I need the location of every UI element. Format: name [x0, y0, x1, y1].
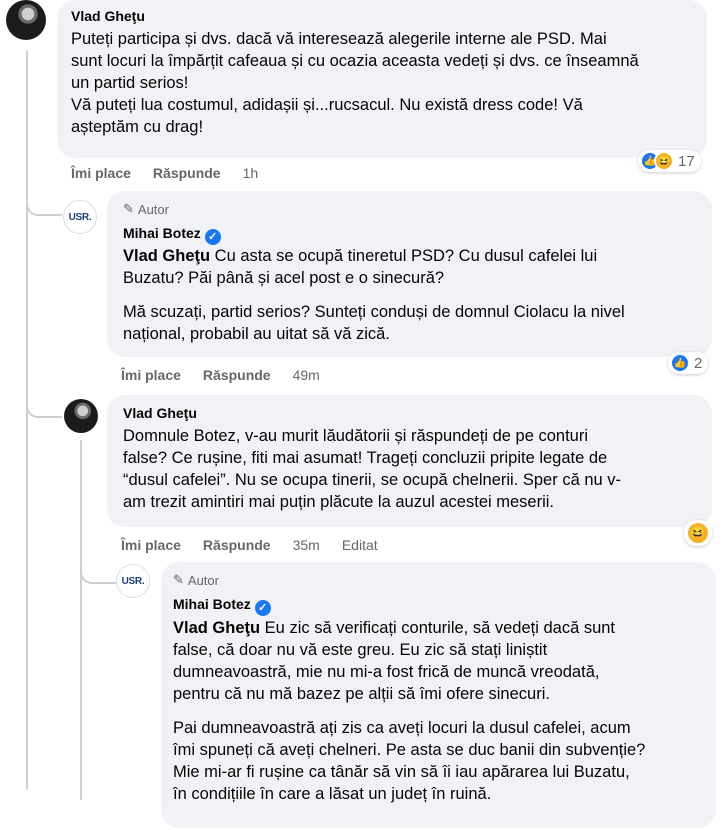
reactions[interactable]: 👍 😆 17	[638, 150, 701, 172]
avatar-logo-text: USR.	[68, 211, 92, 223]
text-line: false? Ce rușine, fiti mai asumat! Trage…	[123, 449, 608, 467]
text-line: Vlad Gheţu Eu zic să verificați conturil…	[173, 617, 713, 639]
text-line: Buzatu? Păi până și acel post e o sinecu…	[123, 269, 445, 287]
comment-author[interactable]: Vlad Gheţu	[123, 405, 197, 421]
author-badge-label: Autor	[187, 572, 219, 588]
text-line: pentru că nu mă bazez pe alții să îmi of…	[173, 685, 550, 703]
like-button[interactable]: Îmi place	[121, 367, 181, 383]
text-line: național, probabil au uitat să vă zică.	[123, 325, 390, 343]
pen-icon: ✎	[173, 572, 184, 587]
text-line: false, că doar nu vă este greu. Eu zic s…	[173, 641, 548, 659]
text-line: Vlad Gheţu Cu asta se ocupă tineretul PS…	[123, 245, 703, 267]
pen-icon: ✎	[123, 201, 134, 216]
author-badge: ✎ Autor	[123, 201, 169, 217]
thread-elbow	[26, 190, 62, 216]
reply-button[interactable]: Răspunde	[203, 537, 271, 553]
text-fragment: Cu asta se ocupă tineretul PSD? Cu dusul…	[210, 247, 598, 265]
reaction-count: 17	[678, 152, 695, 170]
reactions[interactable]: 👍 2	[668, 352, 709, 374]
verified-icon: ✓	[204, 228, 221, 245]
author-badge-label: Autor	[137, 201, 169, 217]
avatar[interactable]	[6, 0, 46, 40]
text-line: îmi spuneți că aveți chelneri. Pe asta s…	[173, 741, 646, 759]
verified-icon: ✓	[254, 599, 271, 616]
comment-bubble: ✎ Autor Mihai Botez ✓ Vlad Gheţu Eu zic s…	[161, 562, 716, 828]
text-line: Domnule Botez, v-au murit lăudătorii și …	[123, 427, 588, 445]
thread-elbow	[26, 390, 62, 418]
thread-line	[26, 50, 28, 790]
comment-text: Domnule Botez, v-au murit lăudătorii și …	[123, 425, 703, 513]
comment-author[interactable]: Vlad Gheţu	[71, 8, 145, 24]
author-name: Mihai Botez	[173, 596, 251, 612]
timestamp[interactable]: 35m	[293, 537, 320, 553]
text-line: Vă puteți lua costumul, adidașii și...ru…	[71, 96, 583, 114]
reactions[interactable]: 😆	[684, 520, 712, 546]
comment-bubble: ✎ Autor Mihai Botez ✓ Vlad Gheţu Cu asta …	[107, 191, 712, 357]
thread-elbow	[80, 560, 116, 584]
mention-link[interactable]: Vlad Gheţu	[173, 619, 260, 637]
reply-button[interactable]: Răspunde	[153, 165, 221, 181]
text-fragment: Eu zic să verificați conturile, să vedeț…	[260, 619, 616, 637]
like-reaction-icon: 👍	[670, 353, 690, 373]
mention-link[interactable]: Vlad Gheţu	[123, 247, 210, 265]
text-line: am trezit amintiri mai puțin plăcute la …	[123, 493, 555, 511]
text-line: un partid serios!	[71, 74, 189, 92]
timestamp[interactable]: 1h	[243, 165, 259, 181]
comment-author[interactable]: Mihai Botez ✓	[123, 225, 221, 245]
text-line: sunt locuri la împărțit cafeaua și cu oc…	[71, 52, 639, 70]
avatar[interactable]: USR.	[63, 200, 97, 234]
author-badge: ✎ Autor	[173, 572, 219, 588]
comment-bubble: Vlad Gheţu Domnule Botez, v-au murit lău…	[107, 395, 712, 527]
text-line: Mă scuzați, partid serios? Sunteți condu…	[123, 303, 625, 321]
comment-text: Vlad Gheţu Cu asta se ocupă tineretul PS…	[123, 245, 703, 345]
haha-reaction-icon: 😆	[654, 151, 674, 171]
text-line: dumneavoastră, mie nu mi-a fost frică de…	[173, 663, 600, 681]
like-button[interactable]: Îmi place	[71, 165, 131, 181]
haha-reaction-icon: 😆	[686, 521, 710, 545]
reply-button[interactable]: Răspunde	[203, 367, 271, 383]
edited-label: Editat	[341, 537, 378, 553]
comment-actions: Îmi place Răspunde 49m	[121, 367, 342, 383]
avatar[interactable]	[64, 399, 98, 433]
reaction-count: 2	[694, 354, 703, 372]
comment-text: Vlad Gheţu Eu zic să verificați conturil…	[173, 617, 713, 805]
comment-text: Puteți participa și dvs. dacă vă interes…	[71, 28, 639, 138]
comment-author[interactable]: Mihai Botez ✓	[173, 596, 271, 616]
timestamp[interactable]: 49m	[293, 367, 320, 383]
thread-line	[80, 440, 82, 800]
text-line: în condițiile în care a lăsat un județ î…	[173, 785, 492, 803]
author-name: Mihai Botez	[123, 225, 201, 241]
like-button[interactable]: Îmi place	[121, 537, 181, 553]
comment-actions: Îmi place Răspunde 1h	[71, 165, 280, 181]
text-line: Mie mi-ar fi rușine ca tânăr să vin să î…	[173, 763, 630, 781]
text-line: “dusul cafelei”. Nu se ocupa tinerii, se…	[123, 471, 622, 489]
avatar[interactable]: USR.	[116, 564, 150, 598]
text-line: Puteți participa și dvs. dacă vă interes…	[71, 30, 607, 48]
comment-actions: Îmi place Răspunde 35m Editat	[121, 537, 400, 553]
avatar-logo-text: USR.	[121, 575, 145, 587]
text-line: așteptăm cu drag!	[71, 118, 204, 136]
comment-bubble: Vlad Gheţu Puteți participa și dvs. dacă…	[57, 0, 707, 158]
text-line: Pai dumneavoastră ați zis ca aveți locur…	[173, 719, 631, 737]
